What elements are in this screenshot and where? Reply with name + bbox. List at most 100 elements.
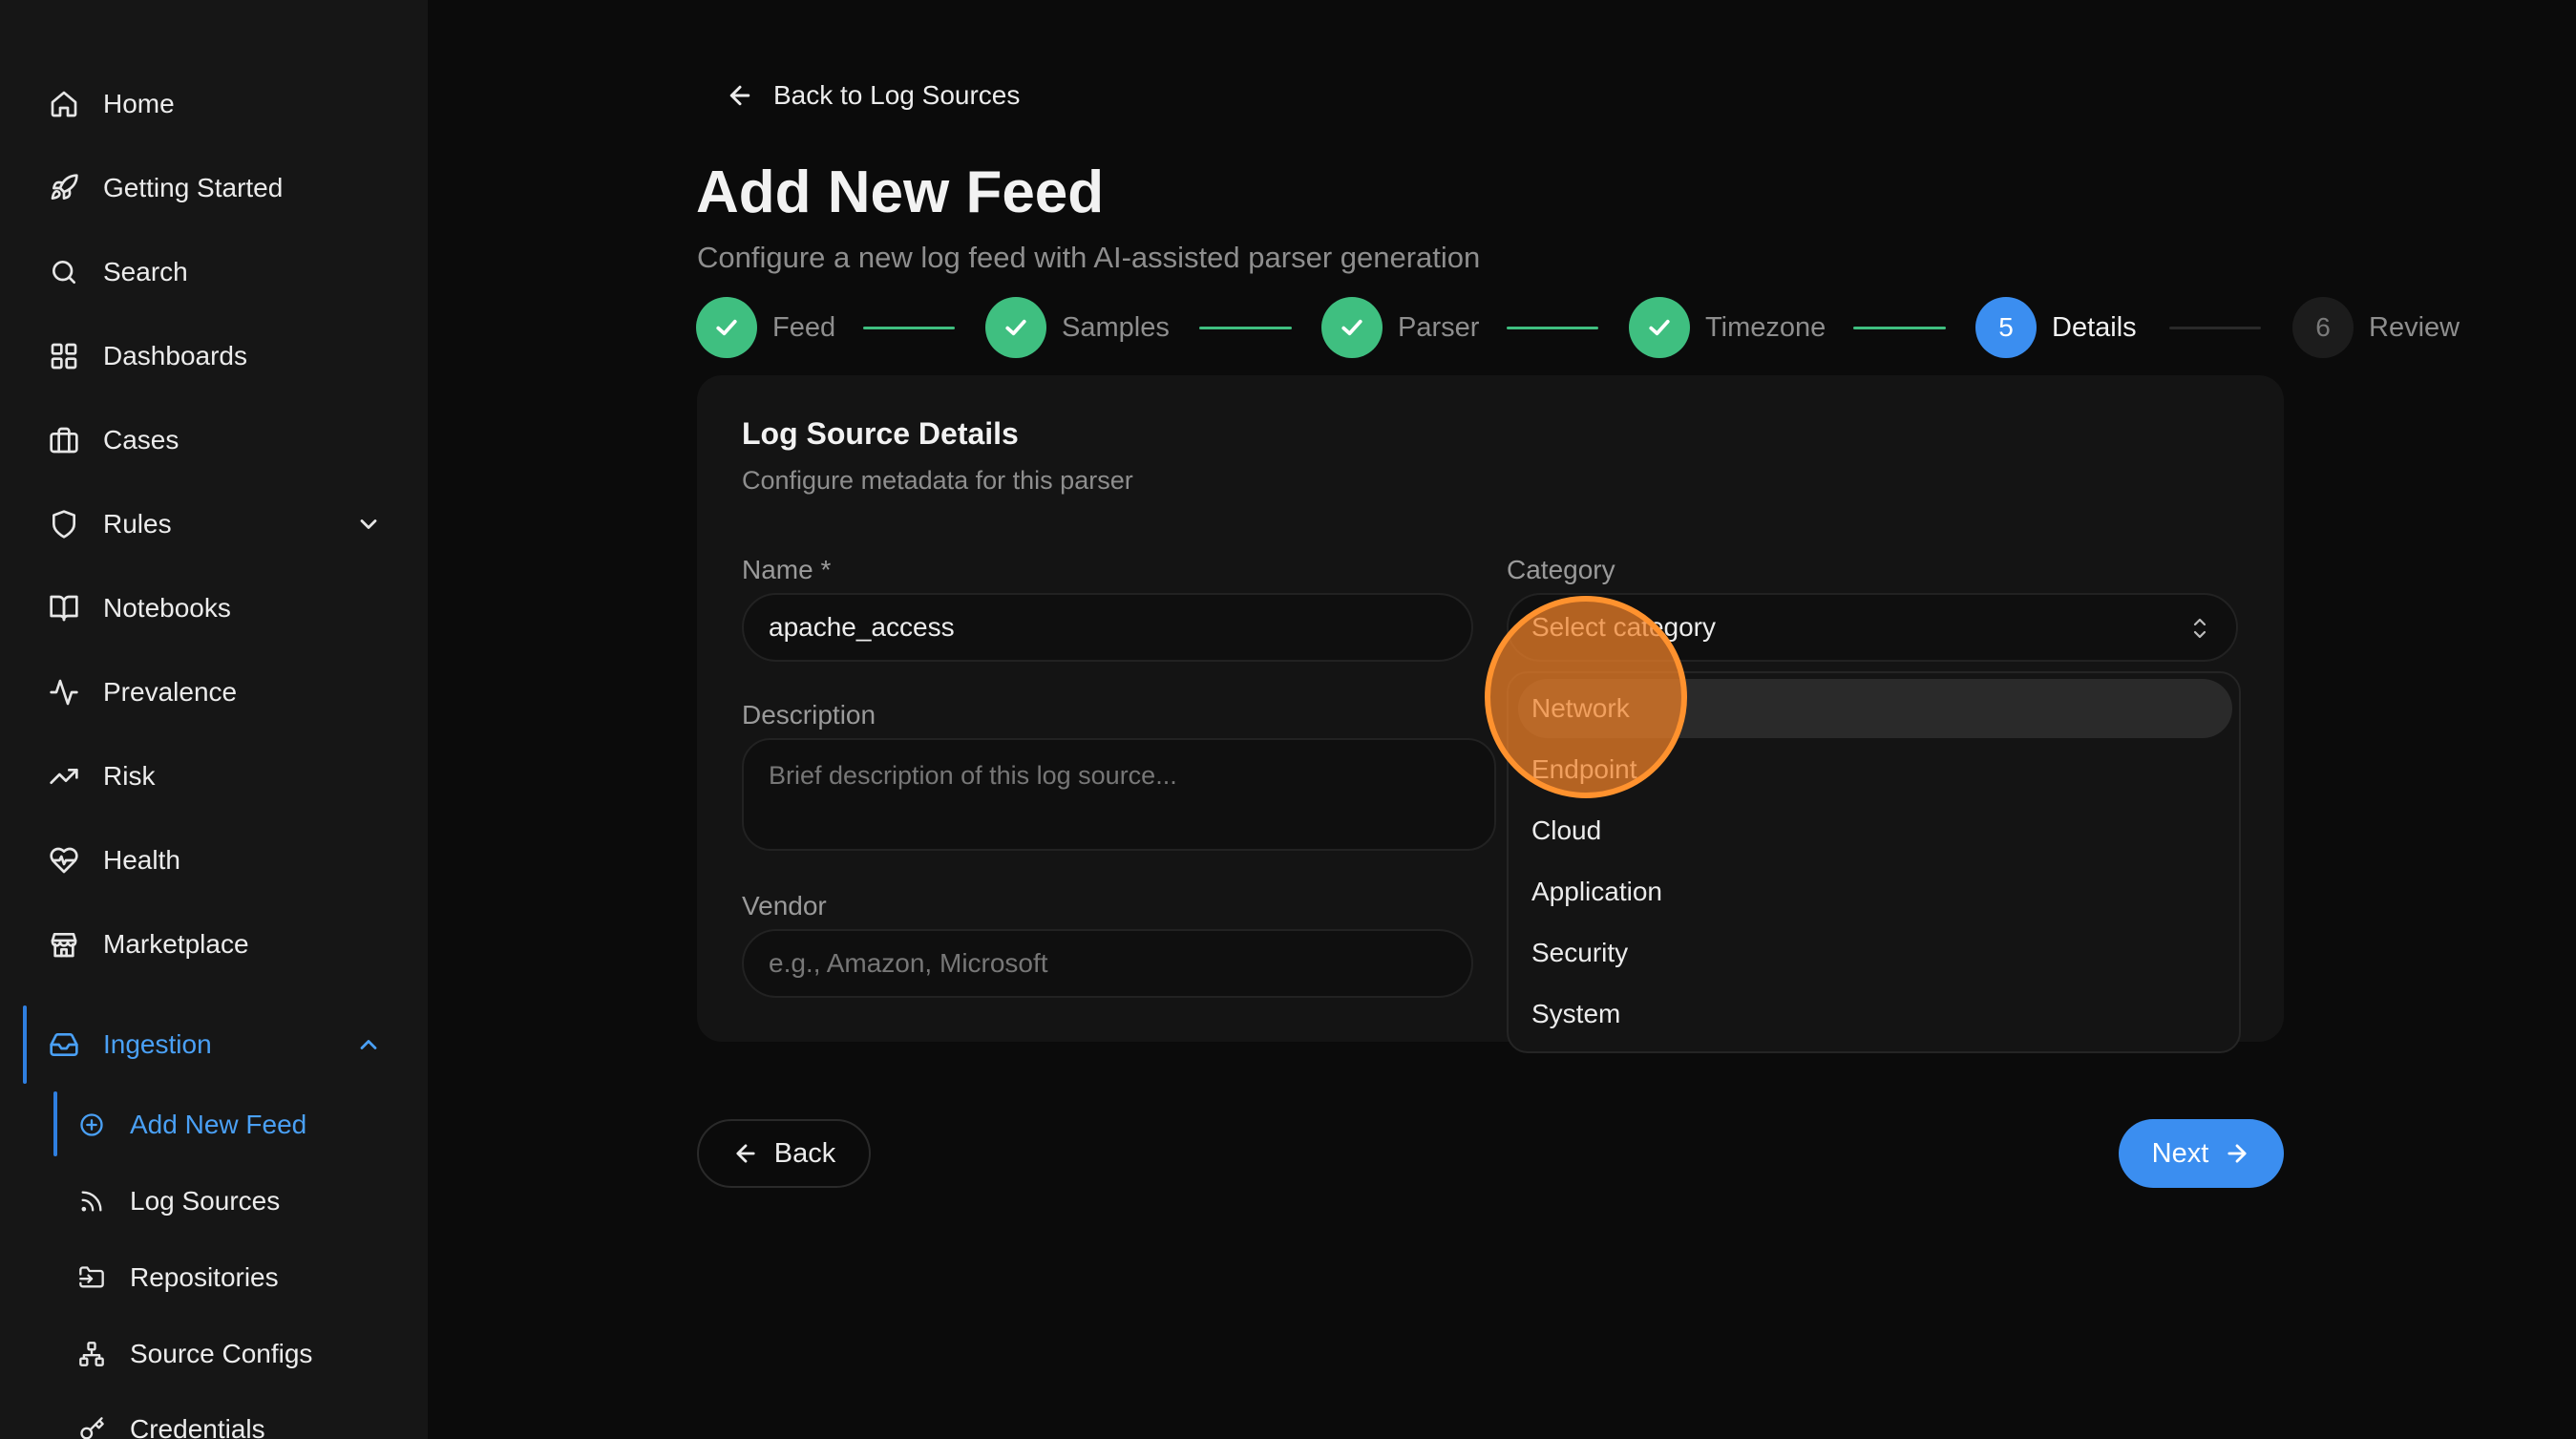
network-icon bbox=[76, 1339, 107, 1369]
trending-up-icon bbox=[48, 760, 80, 793]
sidebar-item-cases[interactable]: Cases bbox=[48, 412, 382, 469]
briefcase-icon bbox=[48, 424, 80, 456]
back-link-label: Back to Log Sources bbox=[773, 80, 1021, 110]
key-icon bbox=[76, 1414, 107, 1439]
step-review: 6 Review bbox=[2292, 297, 2460, 358]
sidebar-item-getting-started[interactable]: Getting Started bbox=[48, 159, 382, 217]
back-button[interactable]: Back bbox=[697, 1119, 871, 1188]
arrow-left-icon bbox=[729, 85, 750, 106]
inbox-icon bbox=[48, 1028, 80, 1061]
chevron-down-icon[interactable] bbox=[355, 511, 382, 538]
sidebar-item-notebooks[interactable]: Notebooks bbox=[48, 580, 382, 637]
sidebar-item-label: Notebooks bbox=[103, 593, 231, 623]
shield-icon bbox=[48, 508, 80, 540]
step-parser: Parser bbox=[1321, 297, 1479, 358]
sidebar-item-home[interactable]: Home bbox=[48, 75, 382, 133]
active-section-indicator bbox=[23, 1005, 27, 1084]
sidebar-subitem-label: Add New Feed bbox=[130, 1110, 307, 1139]
rss-icon bbox=[76, 1186, 107, 1217]
check-icon bbox=[985, 297, 1046, 358]
active-subitem-indicator bbox=[53, 1091, 57, 1156]
book-icon bbox=[48, 592, 80, 624]
card-title: Log Source Details bbox=[742, 416, 1019, 451]
vendor-field[interactable]: e.g., Amazon, Microsoft bbox=[742, 929, 1473, 998]
step-details: 5 Details bbox=[1975, 297, 2137, 358]
sidebar-item-label: Dashboards bbox=[103, 341, 247, 370]
check-icon bbox=[1321, 297, 1383, 358]
heart-pulse-icon bbox=[48, 844, 80, 877]
plus-circle-icon bbox=[76, 1110, 107, 1140]
sidebar-item-risk[interactable]: Risk bbox=[48, 748, 382, 805]
step-label: Review bbox=[2369, 311, 2460, 343]
name-label: Name * bbox=[742, 555, 832, 584]
category-option-system[interactable]: System bbox=[1518, 984, 2232, 1044]
step-label: Samples bbox=[1062, 311, 1170, 343]
sidebar-item-dashboards[interactable]: Dashboards bbox=[48, 328, 382, 385]
chevrons-up-down-icon bbox=[2188, 616, 2211, 641]
sidebar-item-label: Cases bbox=[103, 425, 179, 455]
step-connector bbox=[863, 327, 955, 329]
sidebar-item-label: Marketplace bbox=[103, 929, 249, 959]
step-connector bbox=[1199, 327, 1292, 329]
store-icon bbox=[48, 928, 80, 961]
sidebar-subitem-repositories[interactable]: Repositories bbox=[76, 1251, 382, 1304]
step-connector bbox=[2169, 327, 2261, 329]
step-connector bbox=[1507, 327, 1598, 329]
back-to-log-sources-link[interactable]: Back to Log Sources bbox=[726, 73, 1020, 118]
sidebar-subitem-source-configs[interactable]: Source Configs bbox=[76, 1327, 382, 1381]
category-option-network[interactable]: Network bbox=[1518, 679, 2232, 738]
step-number: 5 bbox=[1975, 297, 2037, 358]
check-icon bbox=[696, 297, 757, 358]
vendor-label: Vendor bbox=[742, 891, 827, 921]
next-button[interactable]: Next bbox=[2119, 1119, 2284, 1188]
step-label: Feed bbox=[772, 311, 836, 343]
category-option-endpoint[interactable]: Endpoint bbox=[1518, 740, 2232, 799]
sidebar-item-label: Home bbox=[103, 89, 175, 118]
activity-icon bbox=[48, 676, 80, 709]
chevron-up-icon[interactable] bbox=[355, 1031, 382, 1058]
step-label: Timezone bbox=[1705, 311, 1826, 343]
step-timezone: Timezone bbox=[1629, 297, 1826, 358]
sidebar-item-marketplace[interactable]: Marketplace bbox=[48, 916, 382, 973]
sidebar-subitem-credentials[interactable]: Credentials bbox=[76, 1403, 382, 1439]
page-title: Add New Feed bbox=[696, 159, 1105, 225]
sidebar-item-label: Risk bbox=[103, 761, 156, 791]
arrow-right-icon bbox=[2228, 1144, 2247, 1163]
next-button-label: Next bbox=[2151, 1137, 2209, 1169]
sidebar-subitem-log-sources[interactable]: Log Sources bbox=[76, 1174, 382, 1228]
sidebar-item-ingestion[interactable]: Ingestion bbox=[48, 1016, 382, 1073]
check-icon bbox=[1629, 297, 1690, 358]
description-field[interactable]: Brief description of this log source... bbox=[742, 738, 1496, 851]
sidebar-item-label: Health bbox=[103, 845, 180, 875]
sidebar-subitem-label: Repositories bbox=[130, 1262, 279, 1292]
category-option-security[interactable]: Security bbox=[1518, 923, 2232, 983]
category-select[interactable]: Select category bbox=[1507, 593, 2238, 662]
sidebar-item-prevalence[interactable]: Prevalence bbox=[48, 664, 382, 721]
back-button-label: Back bbox=[773, 1137, 836, 1169]
rocket-icon bbox=[48, 172, 80, 204]
sidebar-subitem-label: Credentials bbox=[130, 1414, 265, 1439]
category-label: Category bbox=[1507, 555, 1615, 584]
sidebar-item-label: Rules bbox=[103, 509, 172, 539]
home-icon bbox=[48, 88, 80, 120]
step-number: 6 bbox=[2292, 297, 2354, 358]
step-connector bbox=[1853, 327, 1946, 329]
arrow-left-icon bbox=[736, 1144, 755, 1163]
page-subtitle: Configure a new log feed with AI-assiste… bbox=[697, 241, 1481, 274]
sidebar-item-health[interactable]: Health bbox=[48, 832, 382, 889]
search-icon bbox=[48, 256, 80, 288]
category-select-value: Select category bbox=[1531, 612, 1716, 642]
folder-input-icon bbox=[76, 1262, 107, 1293]
sidebar-item-search[interactable]: Search bbox=[48, 243, 382, 301]
sidebar-item-rules[interactable]: Rules bbox=[48, 496, 382, 553]
sidebar-subitem-add-new-feed[interactable]: Add New Feed bbox=[76, 1098, 382, 1152]
sidebar-item-label: Prevalence bbox=[103, 677, 238, 707]
step-label: Parser bbox=[1398, 311, 1480, 343]
sidebar: Home Getting Started Search Dashboards C… bbox=[0, 0, 428, 1439]
card-subtitle: Configure metadata for this parser bbox=[742, 466, 1133, 495]
category-option-application[interactable]: Application bbox=[1518, 862, 2232, 921]
category-option-cloud[interactable]: Cloud bbox=[1518, 801, 2232, 860]
step-samples: Samples bbox=[985, 297, 1170, 358]
name-field[interactable]: apache_access bbox=[742, 593, 1473, 662]
sidebar-item-label: Search bbox=[103, 257, 188, 286]
